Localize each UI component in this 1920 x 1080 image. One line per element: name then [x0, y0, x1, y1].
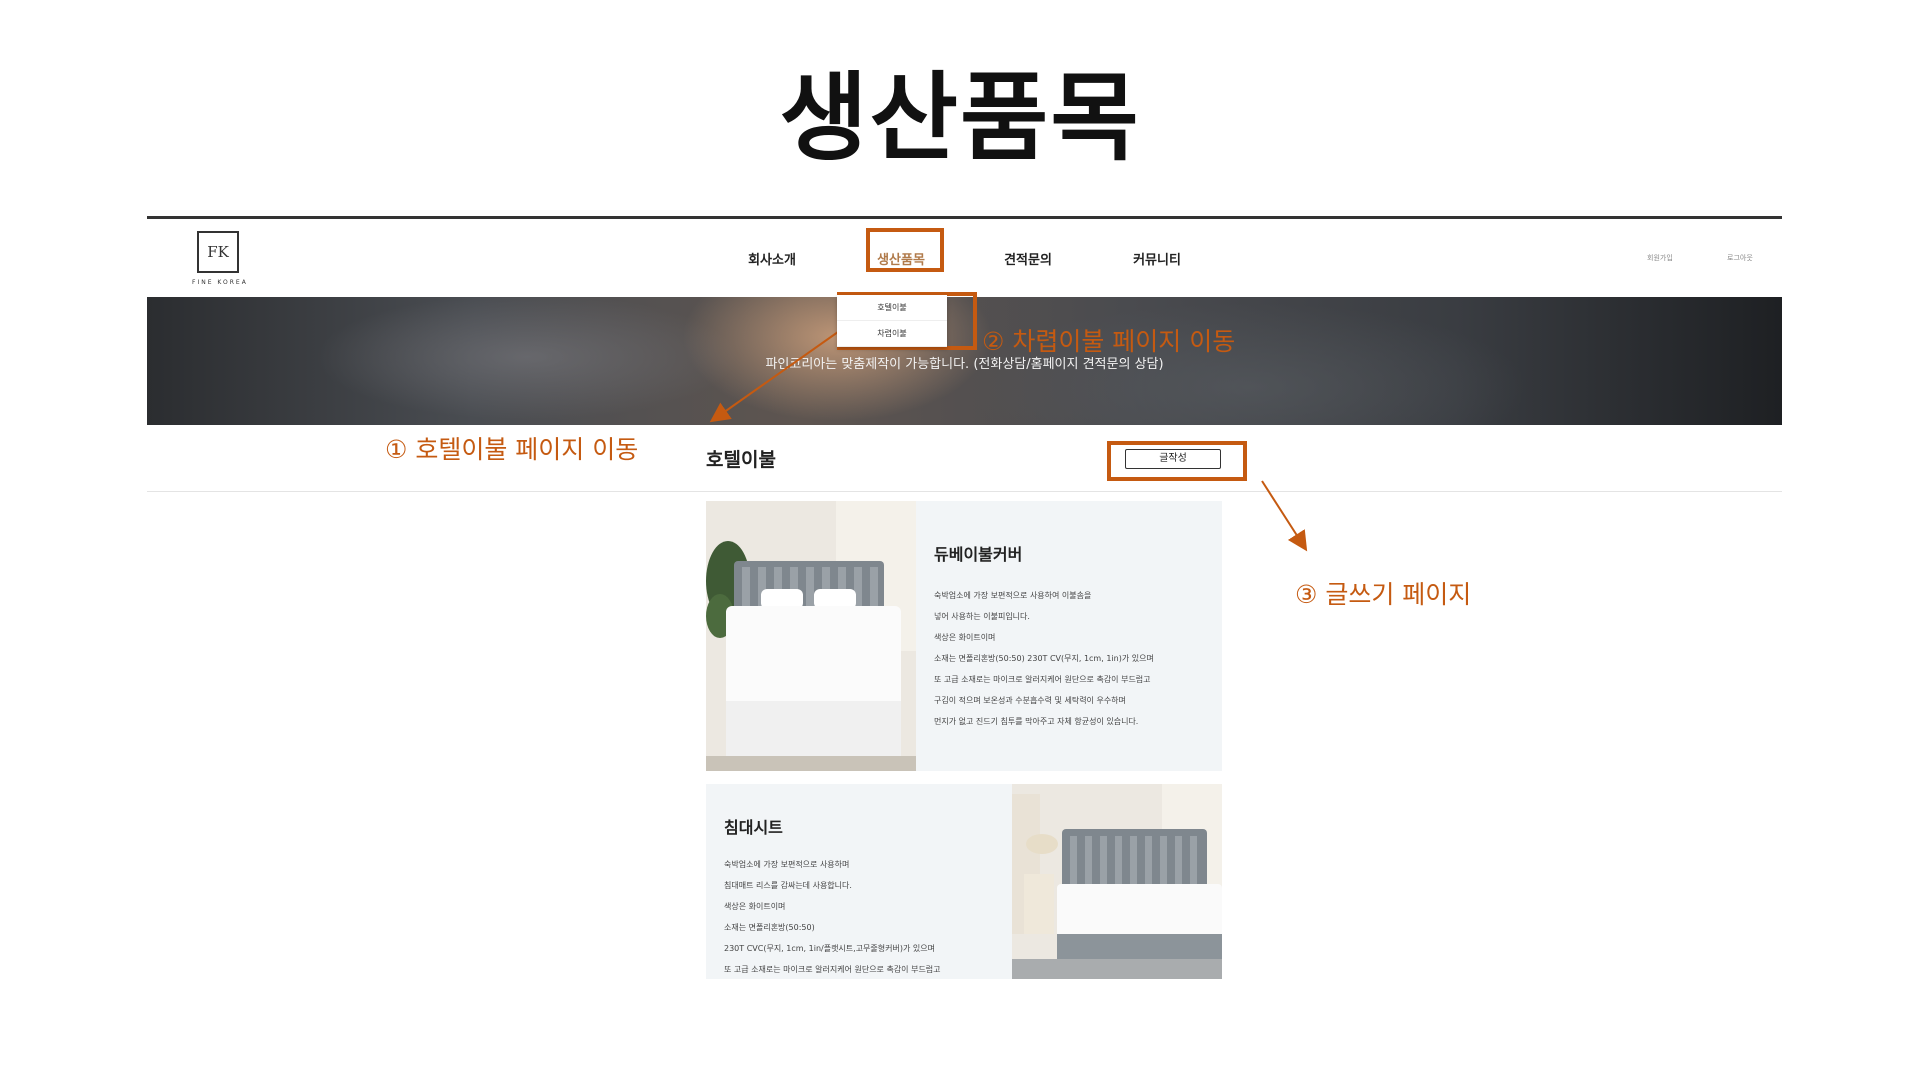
logo-text: FINE KOREA [192, 279, 248, 286]
card-body: 침대시트 숙박업소에 가장 보편적으로 사용하며 침대매트 리스를 감싸는데 사… [724, 814, 941, 979]
dropdown-item-hotel-duvet[interactable]: 호텔이불 [837, 295, 947, 321]
slide-title: 생산품목 [779, 62, 1141, 174]
site-logo[interactable]: FK FINE KOREA [192, 231, 248, 291]
card-title: 침대시트 [724, 818, 783, 837]
nav-item-quote[interactable]: 견적문의 [1004, 249, 1052, 268]
annotation-box-write-button [1107, 441, 1247, 481]
site-header: FK FINE KOREA 회사소개 생산품목 견적문의 커뮤니티 회원가입 로… [147, 219, 1782, 297]
product-card-bed-sheet[interactable]: 침대시트 숙박업소에 가장 보편적으로 사용하며 침대매트 리스를 감싸는데 사… [706, 784, 1222, 979]
card-description-line: 또 고급 소재로는 마이크로 알러지케어 원단으로 촉감이 부드럽고 [724, 965, 941, 974]
card-description-line: 숙박업소에 가장 보편적으로 사용하며 [724, 860, 850, 869]
card-description-line: 소재는 면폴리혼방(50:50) 230T CV(무지, 1cm, 1in)가 … [934, 654, 1154, 663]
annotation-label-write-page: ③ 글쓰기 페이지 [1295, 580, 1472, 609]
annotation-label-quilt: ② 차렵이불 페이지 이동 [982, 327, 1236, 356]
card-description-line: 소재는 면폴리혼방(50:50) [724, 923, 815, 932]
annotation-box-products-nav [866, 228, 944, 272]
products-dropdown: 호텔이불 차렵이불 [837, 295, 947, 347]
divider [147, 491, 1782, 492]
annotation-label-hotel-duvet: ① 호텔이불 페이지 이동 [385, 435, 639, 464]
card-body: 듀베이불커버 숙박업소에 가장 보편적으로 사용하여 이불솜을 넣어 사용하는 … [934, 541, 1154, 732]
hero-text: 파인코리아는 맞춤제작이 가능합니다. (전화상담/홈페이지 견적문의 상담) [765, 357, 1164, 372]
card-description-line: 넣어 사용하는 이불피입니다. [934, 612, 1030, 621]
card-description-line: 침대매트 리스를 감싸는데 사용합니다. [724, 881, 852, 890]
nav-item-company[interactable]: 회사소개 [748, 249, 796, 268]
card-description-line: 숙박업소에 가장 보편적으로 사용하여 이불솜을 [934, 591, 1092, 600]
card-description-line: 먼지가 없고 진드기 침투를 막아주고 자체 항균성이 있습니다. [934, 717, 1139, 726]
card-title: 듀베이불커버 [934, 545, 1023, 564]
product-image-duvet-cover [706, 501, 916, 771]
product-card-duvet-cover[interactable]: 듀베이불커버 숙박업소에 가장 보편적으로 사용하여 이불솜을 넣어 사용하는 … [706, 501, 1222, 771]
dropdown-item-quilt[interactable]: 차렵이불 [837, 321, 947, 347]
product-image-bed-sheet [1012, 784, 1222, 979]
signup-link[interactable]: 회원가입 [1647, 253, 1673, 263]
logout-link[interactable]: 로그아웃 [1727, 253, 1753, 263]
card-description-line: 또 고급 소재로는 마이크로 알러지케어 원단으로 촉감이 부드럽고 [934, 675, 1151, 684]
logo-mark: FK [197, 231, 239, 273]
card-description-line: 색상은 화이트이며 [724, 902, 786, 911]
nav-item-community[interactable]: 커뮤니티 [1133, 249, 1181, 268]
section-title: 호텔이불 [706, 449, 776, 471]
card-description-line: 색상은 화이트이며 [934, 633, 996, 642]
card-description-line: 230T CVC(무지, 1cm, 1in/플랫시트,고무줄형커버)가 있으며 [724, 944, 935, 953]
card-description-line: 구김이 적으며 보온성과 수분흡수력 및 세탁력이 우수하며 [934, 696, 1126, 705]
